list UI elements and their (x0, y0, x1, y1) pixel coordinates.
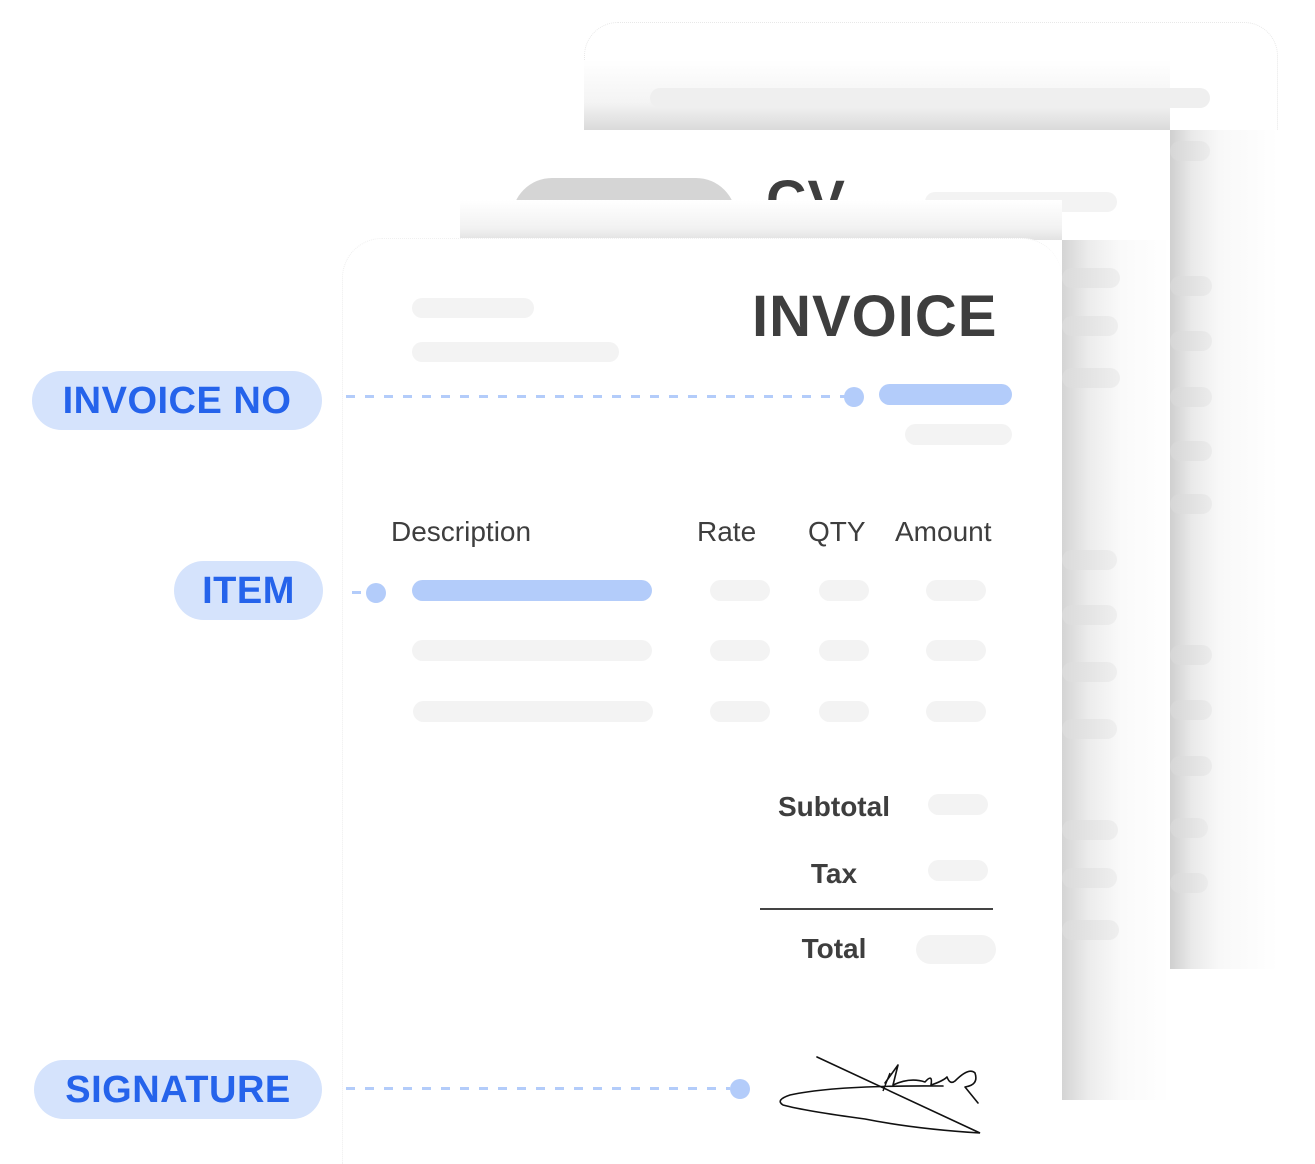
cv-line (1062, 662, 1117, 682)
item-connector-dot (366, 583, 386, 603)
back-page-line (1170, 441, 1212, 461)
item-qty-placeholder (819, 701, 869, 722)
tax-label: Tax (810, 858, 858, 889)
column-header-rate: Rate (697, 516, 757, 547)
subtotal-label: Subtotal (778, 791, 890, 822)
back-page-line (1170, 818, 1208, 838)
back-page-line (1170, 141, 1210, 161)
cv-line (1062, 820, 1118, 840)
item-amount-placeholder (926, 580, 986, 601)
back-page-line (1170, 494, 1212, 514)
cv-page-shadow-band (460, 200, 1062, 240)
back-page-line (650, 88, 1210, 108)
total-label: Total (801, 933, 867, 964)
item-qty-placeholder (819, 640, 869, 661)
cv-line (1062, 868, 1117, 888)
sender-name-placeholder (412, 298, 534, 318)
cv-line (1062, 719, 1117, 739)
cv-line (1062, 920, 1119, 940)
signature-callout: SIGNATURE (34, 1060, 322, 1119)
back-page-line (1170, 700, 1212, 720)
item-connector (352, 591, 362, 594)
cv-line (1062, 368, 1120, 388)
cv-line (1062, 268, 1120, 288)
column-header-description: Description (391, 516, 532, 547)
invoice-date-placeholder (905, 424, 1012, 445)
item-amount-placeholder (926, 701, 986, 722)
item-description-field (412, 580, 652, 601)
item-description-placeholder (412, 640, 652, 661)
signature-icon (779, 1056, 981, 1134)
item-rate-placeholder (710, 580, 770, 601)
sender-address-placeholder (412, 342, 619, 362)
back-page-line (1170, 276, 1212, 296)
total-value-placeholder (916, 935, 996, 964)
column-header-qty: QTY (808, 516, 866, 547)
totals-divider (760, 908, 993, 910)
invoice-no-callout: INVOICE NO (32, 371, 322, 430)
item-rate-placeholder (710, 640, 770, 661)
item-rate-placeholder (710, 701, 770, 722)
signature-connector-dot (730, 1079, 750, 1099)
subtotal-value-placeholder (928, 794, 988, 815)
invoice-title: INVOICE (752, 284, 998, 349)
item-callout: ITEM (174, 561, 323, 620)
cv-line (1062, 605, 1117, 625)
item-qty-placeholder (819, 580, 869, 601)
invoice-no-connector (346, 395, 846, 398)
back-page-line (1170, 756, 1212, 776)
cv-line (1062, 316, 1118, 336)
item-amount-placeholder (926, 640, 986, 661)
item-description-placeholder (413, 701, 653, 722)
signature-connector (346, 1087, 730, 1090)
back-page-line (1170, 331, 1212, 351)
tax-value-placeholder (928, 860, 988, 881)
back-page-shadow-side (1170, 130, 1278, 969)
invoice-no-connector-dot (844, 387, 864, 407)
cv-line (1062, 550, 1117, 570)
invoice-number-field (879, 384, 1012, 405)
column-header-amount: Amount (895, 516, 992, 547)
back-page-line (1170, 873, 1208, 893)
back-page-line (1170, 387, 1212, 407)
back-page-line (1170, 645, 1212, 665)
